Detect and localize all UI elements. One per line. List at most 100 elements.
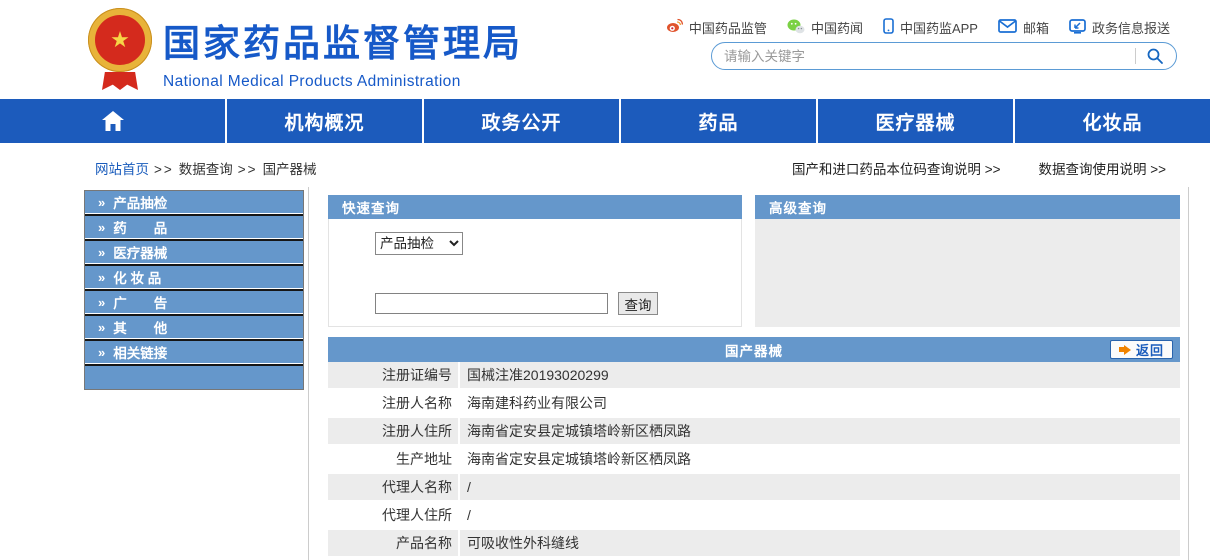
breadcrumb-separator: >> xyxy=(154,162,174,177)
nav-cosmetics[interactable]: 化妆品 xyxy=(1015,99,1210,143)
double-chevron-icon: » xyxy=(98,195,105,210)
header-quick-links: 中国药品监管 中国药闻 中国药监APP 邮箱 xyxy=(666,18,1170,37)
link-report[interactable]: 政务信息报送 xyxy=(1069,18,1170,37)
sidebar-item-label: 广 告 xyxy=(113,292,167,312)
quick-query-body: 产品抽检 查询 xyxy=(328,219,742,327)
sidebar-item-related-links[interactable]: » 相关链接 xyxy=(85,341,303,364)
row-label: 注册证编号 xyxy=(328,362,460,388)
sidebar-item-label: 相关链接 xyxy=(113,342,167,362)
nav-org-overview[interactable]: 机构概况 xyxy=(227,99,424,143)
row-value: 海南建科药业有限公司 xyxy=(460,390,1180,416)
sidebar-item-medical-devices[interactable]: » 医疗器械 xyxy=(85,241,303,264)
page: ★ 国家药品监督管理局 National Medical Products Ad… xyxy=(0,0,1210,560)
detail-table: 国产器械 返回 注册证编号 国械注准20193020299 注册人名称 海南建科… xyxy=(328,337,1180,558)
double-chevron-icon: » xyxy=(98,220,105,235)
sidebar-item-advertising[interactable]: » 广 告 xyxy=(85,291,303,314)
breadcrumb-separator: >> xyxy=(238,162,258,177)
double-chevron-icon: » xyxy=(98,320,105,335)
query-button[interactable]: 查询 xyxy=(618,292,658,315)
sidebar-filler-bar xyxy=(85,366,303,389)
link-mail[interactable]: 邮箱 xyxy=(998,18,1049,37)
row-label: 注册人住所 xyxy=(328,418,460,444)
home-icon xyxy=(101,110,125,132)
table-row: 注册人名称 海南建科药业有限公司 xyxy=(328,390,1180,418)
query-panels: 快速查询 产品抽检 查询 高级查询 xyxy=(328,195,1180,327)
row-value: 国械注准20193020299 xyxy=(460,362,1180,388)
site-header: ★ 国家药品监督管理局 National Medical Products Ad… xyxy=(0,0,1210,99)
link-weibo[interactable]: 中国药品监管 xyxy=(666,18,767,37)
row-label: 代理人住所 xyxy=(328,502,460,528)
detail-table-header: 国产器械 返回 xyxy=(328,337,1180,362)
double-chevron-icon: » xyxy=(98,270,105,285)
advanced-query-header: 高级查询 xyxy=(755,195,1180,219)
row-label: 注册人名称 xyxy=(328,390,460,416)
sidebar-item-label: 产品抽检 xyxy=(113,192,167,212)
row-label: 产品名称 xyxy=(328,530,460,556)
wechat-icon xyxy=(787,19,805,37)
row-value: 可吸收性外科缝线 xyxy=(460,530,1180,556)
advanced-query-body xyxy=(755,219,1180,327)
double-chevron-icon: » xyxy=(98,245,105,260)
weibo-icon xyxy=(666,18,683,37)
national-emblem-logo: ★ xyxy=(86,8,154,92)
nav-medical-devices[interactable]: 医疗器械 xyxy=(818,99,1015,143)
table-row: 注册证编号 国械注准20193020299 xyxy=(328,362,1180,390)
breadcrumb-current: 国产器械 xyxy=(263,162,317,177)
row-label: 生产地址 xyxy=(328,446,460,472)
link-label: 中国药品监管 xyxy=(689,18,767,37)
search-input[interactable] xyxy=(724,49,1127,64)
sidebar-item-other[interactable]: » 其 他 xyxy=(85,316,303,339)
monitor-icon xyxy=(1069,19,1086,37)
row-value: 海南省定安县定城镇塔岭新区栖凤路 xyxy=(460,418,1180,444)
star-icon: ★ xyxy=(110,29,130,51)
breadcrumb-data-query[interactable]: 数据查询 xyxy=(179,162,233,177)
search-icon[interactable] xyxy=(1146,47,1164,65)
main-nav: 机构概况 政务公开 药品 医疗器械 化妆品 xyxy=(0,99,1210,143)
link-label: 中国药闻 xyxy=(811,18,863,37)
table-row: 注册人住所 海南省定安县定城镇塔岭新区栖凤路 xyxy=(328,418,1180,446)
table-row: 代理人住所 / xyxy=(328,502,1180,530)
sidebar-item-label: 药 品 xyxy=(113,217,167,237)
sidebar-item-product-sampling[interactable]: » 产品抽检 xyxy=(85,191,303,214)
link-label: 邮箱 xyxy=(1023,18,1049,37)
main-column: 快速查询 产品抽检 查询 高级查询 国产器械 xyxy=(308,187,1189,560)
row-value: 海南省定安县定城镇塔岭新区栖凤路 xyxy=(460,446,1180,472)
detail-table-title: 国产器械 xyxy=(725,340,783,360)
sidebar-item-cosmetics[interactable]: » 化 妆 品 xyxy=(85,266,303,289)
row-label: 代理人名称 xyxy=(328,474,460,500)
row-value: / xyxy=(460,474,1180,500)
nav-gov-affairs[interactable]: 政务公开 xyxy=(424,99,621,143)
back-arrow-icon xyxy=(1119,345,1131,355)
mail-icon xyxy=(998,19,1017,36)
double-chevron-icon: » xyxy=(98,345,105,360)
link-label: 中国药监APP xyxy=(900,18,978,37)
data-query-help-link[interactable]: 数据查询使用说明 >> xyxy=(1038,158,1166,178)
breadcrumb-right-links: 国产和进口药品本位码查询说明 >> 数据查询使用说明 >> xyxy=(792,158,1166,178)
search-divider xyxy=(1135,48,1136,64)
breadcrumb-row: 网站首页 >> 数据查询 >> 国产器械 国产和进口药品本位码查询说明 >> 数据查询使… xyxy=(0,143,1210,187)
table-row: 代理人名称 / xyxy=(328,474,1180,502)
link-wechat[interactable]: 中国药闻 xyxy=(787,18,863,37)
nav-drugs[interactable]: 药品 xyxy=(621,99,818,143)
back-button[interactable]: 返回 xyxy=(1110,340,1173,359)
nav-home[interactable] xyxy=(0,99,227,143)
barcode-query-help-link[interactable]: 国产和进口药品本位码查询说明 >> xyxy=(792,158,1001,178)
breadcrumb: 网站首页 >> 数据查询 >> 国产器械 xyxy=(95,158,317,178)
sidebar-item-label: 化 妆 品 xyxy=(113,267,161,287)
site-search xyxy=(711,42,1177,70)
sidebar-item-label: 医疗器械 xyxy=(113,242,167,262)
link-app[interactable]: 中国药监APP xyxy=(883,18,978,37)
quick-query-input[interactable] xyxy=(375,293,608,314)
sidebar: » 产品抽检 » 药 品 » 医疗器械 » 化 妆 品 » 广 告 » 其 他 xyxy=(84,190,304,390)
breadcrumb-home[interactable]: 网站首页 xyxy=(95,162,149,177)
quick-query-header: 快速查询 xyxy=(328,195,742,219)
double-chevron-icon: » xyxy=(98,295,105,310)
back-button-label: 返回 xyxy=(1136,340,1164,359)
category-select[interactable]: 产品抽检 xyxy=(375,232,463,255)
sidebar-item-drugs[interactable]: » 药 品 xyxy=(85,216,303,239)
link-label: 政务信息报送 xyxy=(1092,18,1170,37)
site-logo-text: 国家药品监督管理局 National Medical Products Admi… xyxy=(163,13,523,91)
site-subtitle: National Medical Products Administration xyxy=(163,73,523,91)
site-title: 国家药品监督管理局 xyxy=(163,13,523,67)
quick-query-panel: 快速查询 产品抽检 查询 xyxy=(328,195,742,327)
